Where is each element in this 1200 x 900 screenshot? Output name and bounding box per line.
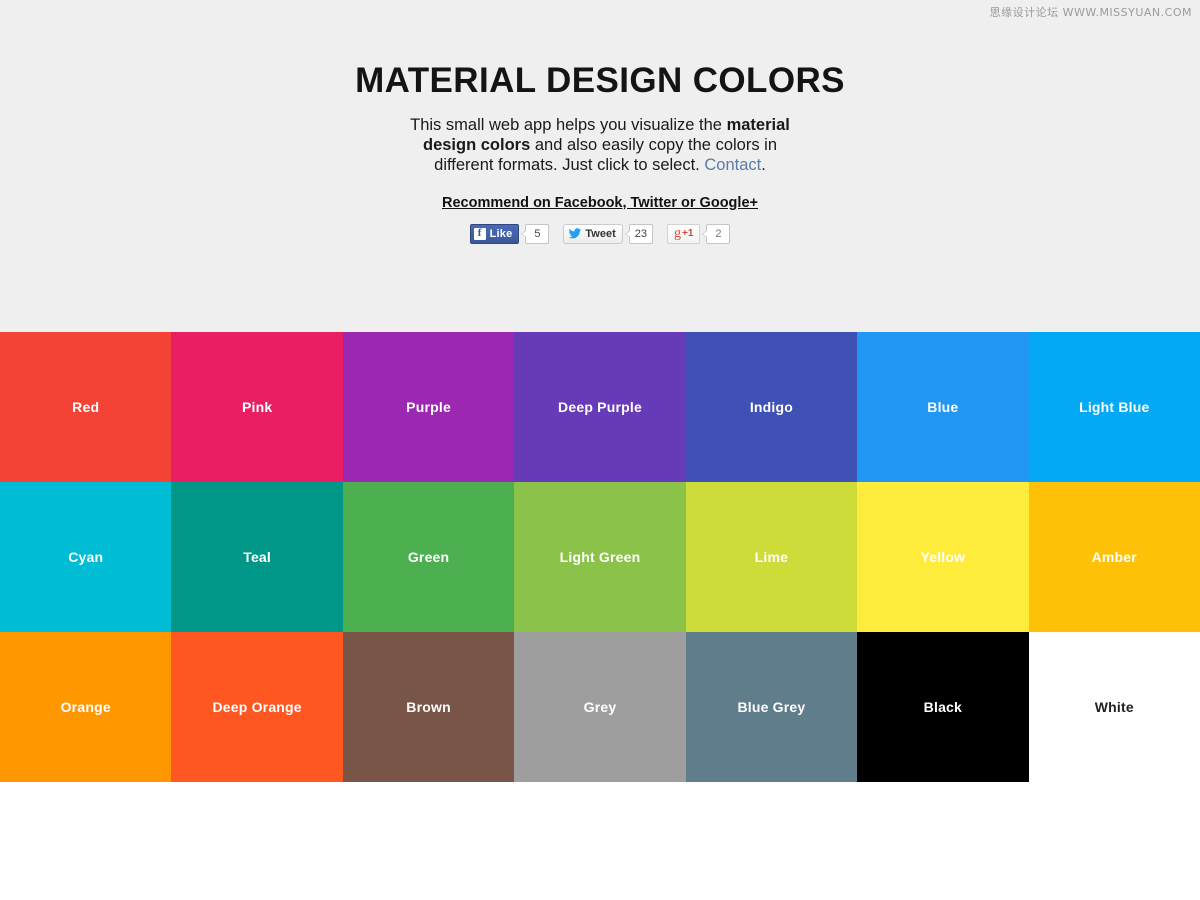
color-swatch-blue-grey[interactable]: Blue Grey (685, 632, 858, 782)
color-swatch-label: White (1094, 699, 1134, 715)
page-header: MATERIAL DESIGN COLORS This small web ap… (0, 0, 1200, 332)
color-swatch-label: Teal (243, 549, 272, 565)
color-swatch-deep-purple[interactable]: Deep Purple (514, 332, 686, 482)
twitter-tweet-widget[interactable]: Tweet 23 (563, 223, 653, 244)
color-swatch-label: Blue Grey (737, 699, 806, 715)
googleplus-plusone-widget[interactable]: g +1 2 (667, 223, 731, 244)
color-swatch-purple[interactable]: Purple (342, 332, 515, 482)
color-swatch-pink[interactable]: Pink (171, 332, 343, 482)
facebook-f-icon: f (473, 227, 486, 240)
color-swatch-label: Amber (1091, 549, 1137, 565)
color-swatch-label: Purple (406, 399, 451, 415)
intro-line-2: and also easily copy the (530, 135, 711, 154)
color-swatch-label: Indigo (749, 399, 794, 415)
color-swatch-label: Deep Orange (212, 699, 302, 715)
color-swatch-label: Lime (754, 549, 789, 565)
color-swatch-indigo[interactable]: Indigo (685, 332, 858, 482)
color-swatch-label: Green (407, 549, 450, 565)
contact-link[interactable]: Contact (704, 156, 761, 174)
contact-period: . (761, 155, 766, 174)
google-g-icon: g (674, 225, 681, 241)
color-swatch-label: Brown (406, 699, 451, 715)
color-swatch-label: Orange (60, 699, 111, 715)
social-buttons-row: f Like 5 Tweet 23 g +1 2 (0, 223, 1200, 244)
twitter-tweet-button[interactable]: Tweet (563, 223, 623, 244)
intro-paragraph: This small web app helps you visualize t… (410, 115, 790, 175)
page-title: MATERIAL DESIGN COLORS (355, 61, 845, 100)
color-swatch-light-blue[interactable]: Light Blue (1028, 332, 1200, 482)
color-swatch-label: Light Green (559, 549, 641, 565)
color-swatch-green[interactable]: Green (342, 482, 515, 632)
googleplus-plusone-count: 2 (702, 223, 731, 244)
color-swatch-white[interactable]: White (1028, 632, 1200, 782)
color-swatch-label: Blue (927, 399, 959, 415)
color-swatch-deep-orange[interactable]: Deep Orange (171, 632, 343, 782)
twitter-tweet-count: 23 (624, 223, 653, 244)
color-swatch-cyan[interactable]: Cyan (0, 482, 172, 632)
intro-line-1: This small web app helps you visualize t… (410, 115, 722, 134)
color-swatch-label: Light Blue (1079, 399, 1150, 415)
color-swatch-label: Deep Purple (558, 399, 642, 415)
googleplus-plusone-button[interactable]: g +1 (667, 223, 701, 244)
color-swatch-label: Pink (241, 399, 273, 415)
color-swatch-blue[interactable]: Blue (857, 332, 1029, 482)
color-swatch-teal[interactable]: Teal (171, 482, 343, 632)
color-swatch-amber[interactable]: Amber (1028, 482, 1200, 632)
recommend-heading[interactable]: Recommend on Facebook, Twitter or Google… (442, 195, 758, 211)
color-swatch-label: Black (923, 699, 963, 715)
color-swatch-black[interactable]: Black (857, 632, 1029, 782)
color-swatch-lime[interactable]: Lime (685, 482, 858, 632)
googleplus-plusone-label: +1 (682, 228, 694, 239)
color-swatch-label: Red (72, 399, 100, 415)
color-swatch-label: Yellow (920, 549, 966, 565)
color-swatch-label: Grey (583, 699, 617, 715)
facebook-like-widget[interactable]: f Like 5 (469, 223, 550, 244)
site-watermark: 思缘设计论坛 WWW.MISSYUAN.COM (989, 6, 1192, 19)
color-swatch-orange[interactable]: Orange (0, 632, 172, 782)
color-swatch-light-green[interactable]: Light Green (514, 482, 686, 632)
facebook-like-count: 5 (521, 223, 550, 244)
color-swatch-yellow[interactable]: Yellow (857, 482, 1029, 632)
color-swatch-brown[interactable]: Brown (342, 632, 515, 782)
color-swatch-label: Cyan (68, 549, 104, 565)
twitter-tweet-label: Tweet (585, 227, 616, 240)
facebook-like-button[interactable]: f Like (469, 223, 520, 244)
color-swatch-grid: Red Pink Purple Deep Purple Indigo Blue Light … (0, 332, 1200, 782)
twitter-bird-icon (568, 228, 582, 239)
facebook-like-label: Like (489, 227, 513, 240)
color-swatch-red[interactable]: Red (0, 332, 172, 482)
color-swatch-grey[interactable]: Grey (514, 632, 686, 782)
